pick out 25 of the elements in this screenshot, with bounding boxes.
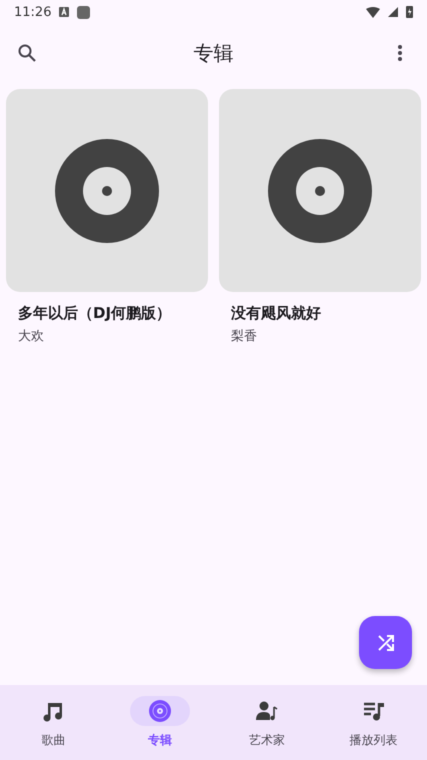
album-artist: 大欢 <box>18 328 45 345</box>
search-icon <box>17 43 37 63</box>
nav-tab[interactable]: 播放列表 <box>320 685 427 760</box>
album-artist: 梨香 <box>231 328 258 345</box>
page-title: 专辑 <box>192 40 234 66</box>
shuffle-button[interactable] <box>359 616 412 669</box>
nav-tab[interactable]: 艺术家 <box>214 685 320 760</box>
disc-icon <box>149 700 172 722</box>
status-time: 11:26 <box>14 4 52 20</box>
nav-tab[interactable]: 专辑 <box>106 685 214 760</box>
shuffle-icon <box>376 634 394 652</box>
album-title: 多年以后（DJ何鹏版） <box>18 304 172 323</box>
vinyl-disc-icon <box>268 138 372 242</box>
battery-icon <box>406 6 413 18</box>
album-cover[interactable] <box>6 89 208 292</box>
app-notification-icon <box>77 6 90 18</box>
signal-icon <box>388 7 398 17</box>
album-title: 没有飓风就好 <box>231 304 322 323</box>
nav-tab[interactable]: 歌曲 <box>0 685 107 760</box>
album-cover[interactable] <box>219 89 421 292</box>
notification-icon <box>59 7 70 17</box>
more-icon <box>398 45 402 61</box>
wifi-icon <box>366 6 380 18</box>
vinyl-disc-icon <box>55 138 159 242</box>
person-music-icon <box>254 699 279 723</box>
